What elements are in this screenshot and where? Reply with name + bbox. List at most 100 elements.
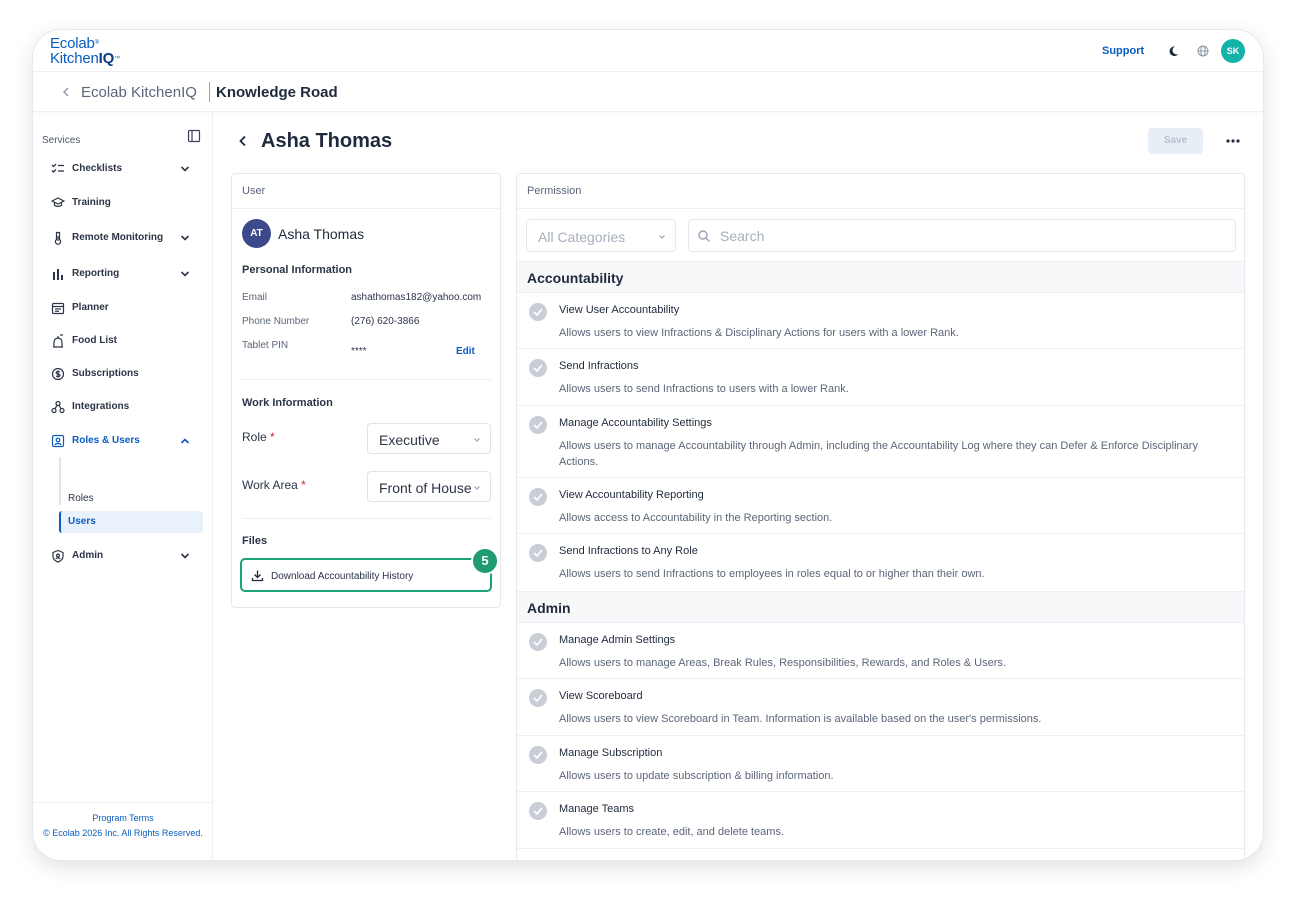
back-arrow-icon[interactable] — [236, 134, 250, 148]
program-terms-link[interactable]: Program Terms — [33, 813, 213, 823]
sidebar-item-admin[interactable]: Admin — [42, 544, 204, 568]
sidebar-subitem-users[interactable]: Users — [59, 511, 203, 533]
permission-row[interactable]: Send Infractions Allows users to send In… — [517, 349, 1244, 406]
work-area-select-value: Front of House — [379, 480, 471, 496]
role-label: Role * — [242, 430, 275, 444]
sidebar-item-integrations[interactable]: Integrations — [42, 395, 204, 419]
search-icon — [698, 230, 710, 242]
app-window: Ecolab® KitchenIQ™ Support SK Ecolab Kit… — [33, 30, 1263, 860]
sidebar-item-label: Training — [72, 197, 111, 208]
permission-row[interactable]: View User Accountability Allows users to… — [517, 293, 1244, 349]
chevron-up-icon — [180, 438, 190, 444]
user-card-title: User — [242, 185, 266, 197]
chevron-down-icon — [180, 235, 190, 241]
support-link[interactable]: Support — [1102, 45, 1144, 57]
thermometer-icon — [54, 231, 62, 245]
permission-card-header: Permission — [517, 174, 1244, 209]
search-input[interactable] — [720, 227, 1220, 245]
sidebar-subitem-label: Users — [68, 516, 96, 527]
sidebar-subitem-roles[interactable]: Roles — [60, 488, 204, 510]
user-card: User AT Asha Thomas Personal Information… — [231, 173, 501, 608]
calendar-icon — [51, 302, 65, 315]
check-circle-icon[interactable] — [529, 746, 547, 764]
permission-row[interactable]: Send Infractions to Any Role Allows user… — [517, 534, 1244, 590]
phone-value: (276) 620-3866 — [351, 316, 420, 327]
sidebar-section-label: Services — [42, 135, 81, 146]
sidebar-item-label: Remote Monitoring — [72, 232, 164, 243]
permission-description: Allows users to send Infractions to empl… — [559, 568, 985, 580]
sidebar-item-remote-monitoring[interactable]: Remote Monitoring — [42, 226, 204, 250]
permission-description: Allows users to update subscription & bi… — [559, 770, 834, 782]
ecolab-kitcheniq-logo[interactable]: Ecolab® KitchenIQ™ — [50, 36, 140, 68]
category-select[interactable]: All Categories — [526, 219, 676, 252]
chevron-left-icon[interactable] — [59, 85, 73, 99]
files-title: Files — [242, 535, 268, 547]
sidebar-item-label: Integrations — [72, 401, 130, 412]
sidebar-footer: Program Terms © Ecolab 2026 Inc. All Rig… — [33, 802, 213, 860]
sidebar: Services Checklists Training Remote Moni… — [33, 112, 213, 860]
permission-row[interactable]: Manage Teams Allows users to create, edi… — [517, 792, 1244, 849]
role-select[interactable]: Executive — [367, 423, 491, 454]
user-avatar[interactable]: SK — [1221, 39, 1245, 63]
permission-description: Allows users to view Infractions & Disci… — [559, 327, 959, 339]
email-label: Email — [242, 292, 268, 303]
permission-row[interactable]: Manage Accountability Settings Allows us… — [517, 406, 1244, 478]
sidebar-item-roles-users[interactable]: Roles & Users — [42, 429, 204, 453]
page-title: Asha Thomas — [261, 130, 393, 152]
graduation-cap-icon — [51, 197, 65, 207]
permission-row[interactable]: View Accountability Reporting Allows acc… — [517, 478, 1244, 534]
check-circle-icon[interactable] — [529, 359, 547, 377]
more-options-icon[interactable] — [1223, 133, 1243, 149]
required-mark: * — [301, 478, 306, 492]
user-avatar-large: AT — [242, 219, 271, 248]
permission-row[interactable]: Manage Admin Settings Allows users to ma… — [517, 623, 1244, 679]
check-circle-icon[interactable] — [529, 416, 547, 434]
moon-icon[interactable] — [1166, 44, 1180, 58]
save-button[interactable]: Save — [1148, 128, 1203, 154]
download-accountability-button[interactable]: Download Accountability History — [240, 558, 492, 592]
breadcrumb-org[interactable]: Ecolab KitchenIQ — [81, 84, 197, 101]
tablet-pin-value: **** — [351, 346, 367, 357]
section-divider — [242, 379, 492, 380]
chevron-down-icon — [474, 438, 480, 442]
check-circle-icon[interactable] — [529, 544, 547, 562]
permission-description: Allows users to manage Accountability th… — [559, 440, 1198, 468]
chevron-down-icon — [180, 271, 190, 277]
permission-title: Send Infractions — [559, 360, 639, 372]
permission-row[interactable]: View Scoreboard Allows users to view Sco… — [517, 679, 1244, 736]
section-divider — [242, 518, 492, 519]
sidebar-item-label: Admin — [72, 550, 104, 561]
top-bar: Ecolab® KitchenIQ™ Support SK — [33, 30, 1263, 72]
breadcrumb: Ecolab KitchenIQ Knowledge Road — [33, 72, 1263, 112]
user-card-header: User — [232, 174, 500, 209]
permission-description: Allows users to send Infractions to user… — [559, 383, 849, 395]
check-circle-icon[interactable] — [529, 802, 547, 820]
edit-pin-link[interactable]: Edit — [456, 346, 475, 357]
step-badge: 5 — [471, 547, 499, 575]
breadcrumb-location: Knowledge Road — [216, 84, 338, 101]
sidebar-item-reporting[interactable]: Reporting — [42, 262, 204, 286]
check-circle-icon[interactable] — [529, 303, 547, 321]
permission-row[interactable]: Manage Subscription Allows users to upda… — [517, 736, 1244, 792]
sidebar-item-checklists[interactable]: Checklists — [42, 157, 204, 181]
permission-description: Allows access to Accountability in the R… — [559, 512, 833, 524]
sidebar-collapse-icon[interactable] — [187, 129, 201, 143]
chevron-down-icon — [180, 166, 190, 172]
work-area-select[interactable]: Front of House — [367, 471, 491, 502]
download-button-label: Download Accountability History — [271, 571, 414, 582]
permission-title: View Scoreboard — [559, 690, 643, 702]
globe-icon[interactable] — [1196, 44, 1210, 58]
permission-search — [688, 219, 1236, 252]
work-area-label-text: Work Area — [242, 478, 298, 492]
check-circle-icon[interactable] — [529, 633, 547, 651]
breadcrumb-divider — [209, 82, 210, 102]
permission-card-title: Permission — [527, 185, 582, 197]
check-circle-icon[interactable] — [529, 488, 547, 506]
category-select-placeholder: All Categories — [538, 229, 626, 245]
sidebar-item-subscriptions[interactable]: Subscriptions — [42, 362, 204, 386]
check-circle-icon[interactable] — [529, 689, 547, 707]
sidebar-item-training[interactable]: Training — [42, 191, 204, 215]
sidebar-item-planner[interactable]: Planner — [42, 296, 204, 320]
permission-title: Send Infractions to Any Role — [559, 545, 698, 557]
sidebar-item-food-list[interactable]: Food List — [42, 329, 204, 353]
